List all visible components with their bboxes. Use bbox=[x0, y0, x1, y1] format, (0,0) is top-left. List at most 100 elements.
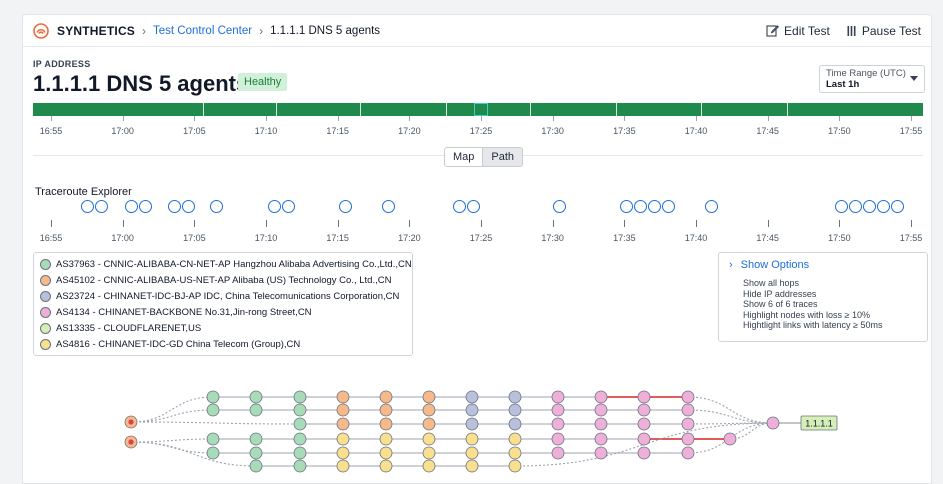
option-item[interactable]: Hide IP addresses bbox=[743, 289, 917, 300]
hop-node[interactable] bbox=[681, 390, 695, 404]
hop-node[interactable] bbox=[637, 417, 651, 431]
breadcrumb-test-control-center[interactable]: Test Control Center bbox=[153, 25, 252, 37]
hop-node[interactable] bbox=[681, 432, 695, 446]
hop-node[interactable] bbox=[249, 390, 263, 404]
hop-node[interactable] bbox=[293, 446, 307, 460]
path-graph[interactable]: 1.1.1.1 bbox=[23, 360, 932, 484]
hop-node[interactable] bbox=[422, 417, 436, 431]
hop-node[interactable] bbox=[336, 403, 350, 417]
traceroute-run-marker[interactable] bbox=[139, 200, 152, 213]
traceroute-run-marker[interactable] bbox=[382, 200, 395, 213]
map-view-button[interactable]: Map bbox=[445, 148, 482, 166]
traceroute-run-marker[interactable] bbox=[268, 200, 281, 213]
hop-node[interactable] bbox=[249, 432, 263, 446]
hop-node[interactable] bbox=[293, 403, 307, 417]
traceroute-run-marker[interactable] bbox=[705, 200, 718, 213]
hop-node[interactable] bbox=[422, 446, 436, 460]
hop-node[interactable] bbox=[637, 403, 651, 417]
hop-node[interactable] bbox=[508, 390, 522, 404]
hop-node[interactable] bbox=[723, 432, 737, 446]
hop-node[interactable] bbox=[206, 446, 220, 460]
hop-node[interactable] bbox=[336, 417, 350, 431]
hop-node[interactable] bbox=[508, 459, 522, 473]
traceroute-run-marker[interactable] bbox=[849, 200, 862, 213]
hop-node[interactable] bbox=[336, 459, 350, 473]
traceroute-run-marker[interactable] bbox=[662, 200, 675, 213]
hop-node[interactable] bbox=[508, 417, 522, 431]
hop-node[interactable] bbox=[465, 446, 479, 460]
pause-test-button[interactable]: Pause Test bbox=[846, 24, 921, 38]
hop-node[interactable] bbox=[551, 403, 565, 417]
hop-node[interactable] bbox=[293, 459, 307, 473]
hop-node[interactable] bbox=[637, 432, 651, 446]
hop-node[interactable] bbox=[681, 403, 695, 417]
hop-node[interactable] bbox=[206, 432, 220, 446]
health-timeline-bar[interactable] bbox=[33, 103, 923, 116]
option-item[interactable]: Show all hops bbox=[743, 278, 917, 289]
hop-node[interactable] bbox=[336, 446, 350, 460]
hop-node[interactable] bbox=[681, 446, 695, 460]
hop-node[interactable] bbox=[594, 417, 608, 431]
hop-node[interactable] bbox=[594, 403, 608, 417]
hop-node[interactable] bbox=[379, 390, 393, 404]
hop-node[interactable] bbox=[336, 390, 350, 404]
hop-node[interactable] bbox=[594, 390, 608, 404]
traceroute-run-marker[interactable] bbox=[891, 200, 904, 213]
hop-node[interactable] bbox=[465, 432, 479, 446]
option-item[interactable]: Hightlight links with latency ≥ 50ms bbox=[743, 320, 917, 331]
hop-node[interactable] bbox=[206, 390, 220, 404]
hop-node[interactable] bbox=[379, 432, 393, 446]
hop-node[interactable] bbox=[249, 403, 263, 417]
traceroute-run-marker[interactable] bbox=[553, 200, 566, 213]
hop-node[interactable] bbox=[508, 432, 522, 446]
traceroute-run-marker[interactable] bbox=[182, 200, 195, 213]
traceroute-run-marker[interactable] bbox=[648, 200, 661, 213]
traceroute-run-marker[interactable] bbox=[168, 200, 181, 213]
hop-node[interactable] bbox=[422, 459, 436, 473]
hop-node[interactable] bbox=[422, 432, 436, 446]
traceroute-run-marker[interactable] bbox=[125, 200, 138, 213]
hop-node[interactable] bbox=[206, 403, 220, 417]
traceroute-run-marker[interactable] bbox=[282, 200, 295, 213]
hop-node[interactable] bbox=[293, 417, 307, 431]
hop-node[interactable] bbox=[551, 417, 565, 431]
traceroute-run-marker[interactable] bbox=[453, 200, 466, 213]
hop-node[interactable] bbox=[465, 390, 479, 404]
traceroute-run-marker[interactable] bbox=[339, 200, 352, 213]
hop-node[interactable] bbox=[681, 417, 695, 431]
traceroute-run-marker[interactable] bbox=[95, 200, 108, 213]
hop-node[interactable] bbox=[594, 432, 608, 446]
hop-node[interactable] bbox=[422, 403, 436, 417]
hop-node[interactable] bbox=[379, 417, 393, 431]
hop-node[interactable] bbox=[637, 446, 651, 460]
breadcrumb-app[interactable]: SYNTHETICS bbox=[57, 24, 135, 38]
traceroute-run-marker[interactable] bbox=[634, 200, 647, 213]
hop-node[interactable] bbox=[293, 432, 307, 446]
hop-node[interactable] bbox=[379, 403, 393, 417]
selected-time-marker[interactable] bbox=[474, 103, 488, 116]
show-options-toggle[interactable]: › Show Options bbox=[729, 259, 917, 271]
hop-node[interactable] bbox=[766, 416, 780, 430]
hop-node[interactable] bbox=[551, 446, 565, 460]
hop-node[interactable] bbox=[422, 390, 436, 404]
hop-node[interactable] bbox=[551, 432, 565, 446]
hop-node[interactable] bbox=[293, 390, 307, 404]
traceroute-run-marker[interactable] bbox=[210, 200, 223, 213]
traceroute-run-marker[interactable] bbox=[877, 200, 890, 213]
edit-test-button[interactable]: Edit Test bbox=[766, 24, 830, 38]
hop-node[interactable] bbox=[594, 446, 608, 460]
hop-node[interactable] bbox=[465, 417, 479, 431]
traceroute-run-marker[interactable] bbox=[467, 200, 480, 213]
hop-node[interactable] bbox=[465, 403, 479, 417]
hop-node[interactable] bbox=[508, 446, 522, 460]
hop-node[interactable] bbox=[551, 390, 565, 404]
traceroute-run-marker[interactable] bbox=[835, 200, 848, 213]
hop-node[interactable] bbox=[465, 459, 479, 473]
hop-node[interactable] bbox=[508, 403, 522, 417]
option-item[interactable]: Highlight nodes with loss ≥ 10% bbox=[743, 310, 917, 321]
hop-node[interactable] bbox=[637, 390, 651, 404]
hop-node[interactable] bbox=[379, 459, 393, 473]
traceroute-run-marker[interactable] bbox=[863, 200, 876, 213]
hop-node[interactable] bbox=[379, 446, 393, 460]
hop-node[interactable] bbox=[249, 459, 263, 473]
